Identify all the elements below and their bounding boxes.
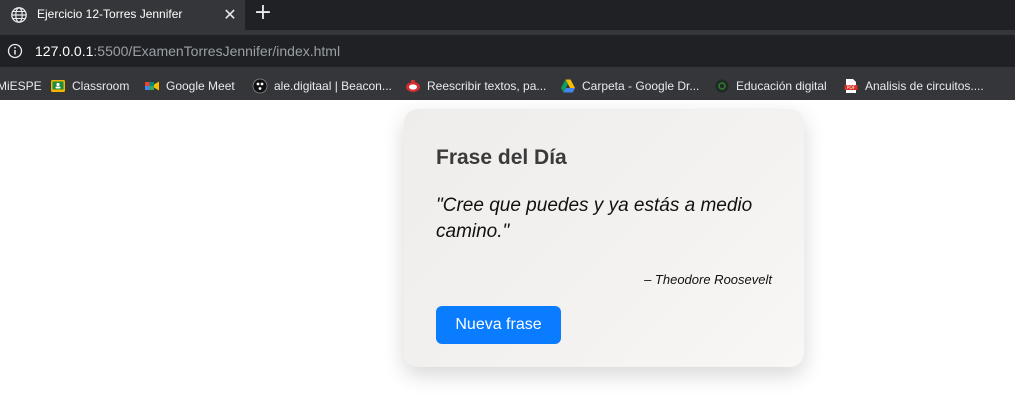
education-icon bbox=[714, 78, 730, 94]
bookmark-label: Educación digital bbox=[736, 79, 827, 93]
new-quote-button[interactable]: Nueva frase bbox=[436, 306, 561, 344]
url-host: 127.0.0.1 bbox=[35, 43, 94, 59]
pdf-icon: PDF bbox=[843, 78, 859, 94]
classroom-icon bbox=[50, 78, 66, 94]
url-text[interactable]: 127.0.0.1:5500/ExamenTorresJennifer/inde… bbox=[35, 43, 340, 59]
bookmark-label: Classroom bbox=[72, 79, 130, 93]
tab-title: Ejercicio 12-Torres Jennifer bbox=[37, 7, 183, 21]
bookmark-classroom[interactable]: Classroom bbox=[50, 72, 129, 100]
page-content: Frase del Día "Cree que puedes y ya está… bbox=[0, 100, 1015, 403]
bookmark-miespe[interactable]: MiESPE bbox=[0, 72, 42, 100]
url-path: :5500/ExamenTorresJennifer/index.html bbox=[93, 43, 341, 59]
google-drive-icon bbox=[560, 78, 576, 94]
browser-toolbar: 127.0.0.1:5500/ExamenTorresJennifer/inde… bbox=[0, 30, 1015, 72]
tab-strip: Ejercicio 12-Torres Jennifer ✕ + bbox=[0, 0, 1015, 30]
bookmark-rewrite[interactable]: Reescribir textos, pa... bbox=[405, 72, 546, 100]
bookmark-label: ale.digitaal | Beacon... bbox=[274, 79, 392, 93]
browser-tab-active[interactable]: Ejercicio 12-Torres Jennifer ✕ bbox=[0, 0, 245, 30]
quote-text: "Cree que puedes y ya estás a medio cami… bbox=[436, 195, 753, 242]
bookmark-educacion-digital[interactable]: Educación digital bbox=[714, 72, 827, 100]
bookmark-label: MiESPE bbox=[0, 79, 42, 93]
bookmark-analisis-circuitos[interactable]: PDF Analisis de circuitos.... bbox=[843, 72, 984, 100]
info-icon[interactable] bbox=[7, 43, 23, 59]
bookmark-google-meet[interactable]: Google Meet bbox=[144, 72, 235, 100]
card-title: Frase del Día bbox=[436, 146, 567, 169]
google-meet-icon bbox=[144, 78, 160, 94]
address-bar[interactable]: 127.0.0.1:5500/ExamenTorresJennifer/inde… bbox=[0, 35, 1015, 67]
close-tab-icon[interactable]: ✕ bbox=[221, 6, 239, 24]
rewrite-icon bbox=[405, 78, 421, 94]
svg-text:PDF: PDF bbox=[847, 85, 856, 91]
globe-icon bbox=[10, 6, 28, 24]
bookmark-label: Carpeta - Google Dr... bbox=[582, 79, 700, 93]
beacon-icon bbox=[252, 78, 268, 94]
quote-card: Frase del Día "Cree que puedes y ya está… bbox=[404, 109, 804, 367]
bookmark-google-drive[interactable]: Carpeta - Google Dr... bbox=[560, 72, 699, 100]
new-tab-icon[interactable]: + bbox=[252, 2, 274, 25]
bookmark-label: Google Meet bbox=[166, 79, 235, 93]
bookmark-label: Reescribir textos, pa... bbox=[427, 79, 547, 93]
bookmark-beacon[interactable]: ale.digitaal | Beacon... bbox=[252, 72, 392, 100]
quote-author: – Theodore Roosevelt bbox=[644, 272, 772, 287]
bookmarks-bar: MiESPE Classroom Google Meet ale.digitaa… bbox=[0, 72, 1015, 100]
bookmark-label: Analisis de circuitos.... bbox=[865, 79, 984, 93]
